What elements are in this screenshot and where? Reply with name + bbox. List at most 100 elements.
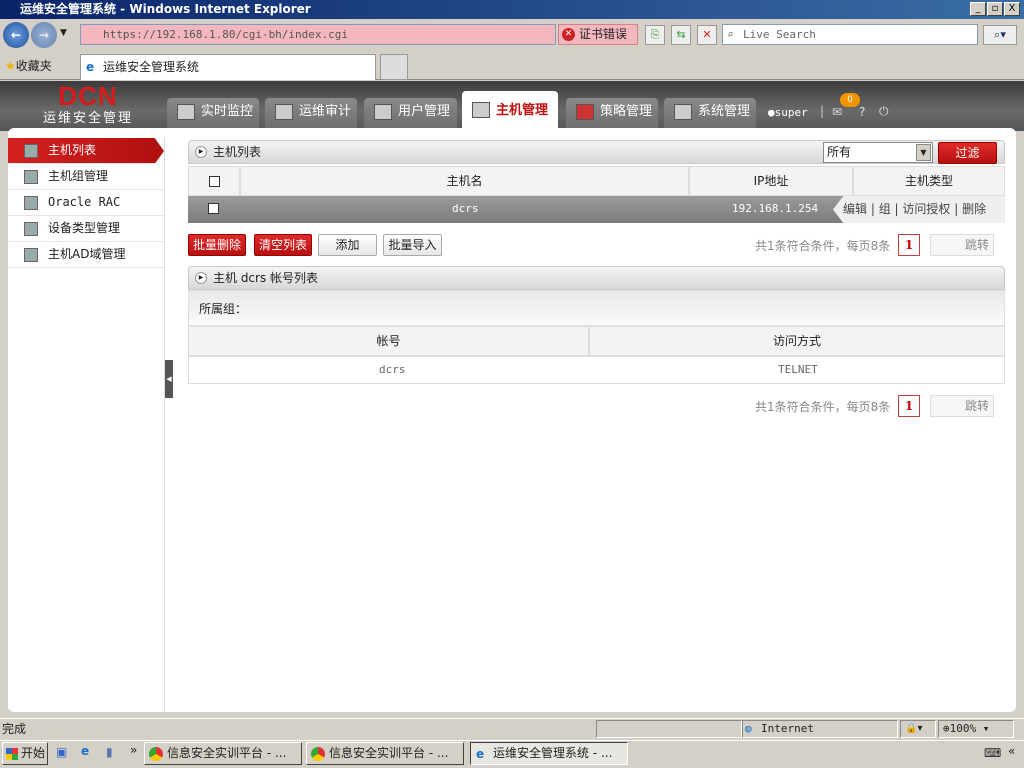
maximize-button[interactable]: ▫: [987, 2, 1003, 16]
protected-mode-icon[interactable]: 🔒▾: [900, 720, 936, 738]
sidebar-item-oracle-rac[interactable]: Oracle RAC: [8, 190, 164, 216]
select-all-checkbox[interactable]: [209, 176, 220, 187]
search-icon: ⌕: [727, 28, 734, 41]
domain-icon: [24, 248, 38, 262]
host-name: dcrs: [452, 202, 479, 215]
monitor-icon: [177, 104, 195, 120]
nav-tab-hosts[interactable]: 主机管理: [462, 91, 558, 131]
nav-tab-audit[interactable]: 运维审计: [265, 98, 357, 128]
nav-tab-monitor[interactable]: 实时监控: [167, 98, 259, 128]
account-name: dcrs: [379, 363, 406, 376]
expand-arrow-icon[interactable]: ▶: [195, 272, 207, 284]
window-title-bar: 运维安全管理系统 - Windows Internet Explorer: [0, 0, 1024, 19]
sidebar-label: 设备类型管理: [48, 221, 121, 235]
edit-link[interactable]: 编辑: [843, 202, 867, 216]
page-number[interactable]: 1: [898, 395, 920, 417]
task-button[interactable]: 信息安全实训平台 - ...: [144, 742, 302, 765]
expand-arrow-icon[interactable]: ▶: [195, 146, 207, 158]
delete-link[interactable]: 删除: [962, 202, 986, 216]
nav-tab-system[interactable]: 系统管理: [664, 98, 756, 128]
nav-label: 运维审计: [299, 104, 352, 119]
compat-icon[interactable]: ⎘: [645, 25, 665, 45]
zoom-control[interactable]: ⊕100% ▾: [938, 720, 1014, 738]
tray-expand-icon[interactable]: «: [1008, 744, 1015, 758]
history-dropdown-icon[interactable]: ▼: [60, 28, 67, 38]
keyboard-icon[interactable]: ⌨: [984, 746, 1001, 760]
jump-button[interactable]: 跳转: [930, 395, 994, 417]
device-icon: [24, 222, 38, 236]
jump-button[interactable]: 跳转: [930, 234, 994, 256]
batch-delete-button[interactable]: 批量删除: [188, 234, 246, 256]
task-button-active[interactable]: e 运维安全管理系统 - ...: [470, 742, 628, 765]
ie-icon[interactable]: e: [81, 744, 89, 758]
close-button[interactable]: X: [1004, 2, 1020, 16]
window-title: 运维安全管理系统 - Windows Internet Explorer: [20, 2, 311, 16]
pagination-summary: 共1条符合条件，每页8条: [755, 239, 891, 253]
host-list-icon: [24, 144, 38, 158]
back-button[interactable]: ←: [3, 22, 29, 48]
minimize-button[interactable]: _: [970, 2, 986, 16]
col-ip[interactable]: IP地址: [689, 166, 853, 196]
zone-label: Internet: [761, 722, 814, 735]
forward-button[interactable]: →: [31, 22, 57, 48]
user-link[interactable]: ●super: [768, 106, 808, 119]
sidebar-item-host-group[interactable]: 主机组管理: [8, 164, 164, 190]
col-hostname[interactable]: 主机名: [240, 166, 689, 196]
nav-tab-policy[interactable]: 策略管理: [566, 98, 658, 128]
task-button[interactable]: 信息安全实训平台 - ...: [306, 742, 464, 765]
col-access-method[interactable]: 访问方式: [589, 326, 1005, 356]
favorites-button[interactable]: ★收藏夹: [5, 57, 52, 74]
refresh-button[interactable]: ⇆: [671, 25, 691, 45]
group-link[interactable]: 组: [879, 202, 891, 216]
favorites-label: 收藏夹: [15, 59, 52, 73]
start-button[interactable]: 开始: [2, 742, 48, 765]
chevron-down-icon: ▼: [916, 144, 931, 161]
zoom-level: 100%: [949, 722, 977, 735]
task-label: 信息安全实训平台 - ...: [329, 746, 449, 760]
stop-button[interactable]: ✕: [697, 25, 717, 45]
database-icon: [24, 196, 38, 210]
clear-list-button[interactable]: 清空列表: [254, 234, 312, 256]
filter-button[interactable]: 过滤: [938, 142, 997, 164]
address-bar[interactable]: https://192.168.1.80/cgi-bh/index.cgi: [80, 24, 556, 45]
sidebar-item-device-type[interactable]: 设备类型管理: [8, 216, 164, 242]
tab-title: 运维安全管理系统: [103, 60, 200, 74]
help-icon[interactable]: ?: [859, 105, 865, 119]
group-label: 所属组：: [199, 302, 248, 316]
logout-icon[interactable]: ⏻: [879, 104, 889, 119]
filter-value: 所有: [827, 145, 852, 159]
nav-label: 系统管理: [698, 104, 751, 119]
user-icon: [374, 104, 392, 120]
row-checkbox[interactable]: [208, 203, 219, 214]
sidebar-item-host-list[interactable]: 主机列表: [8, 138, 164, 164]
access-auth-link[interactable]: 访问授权: [902, 202, 950, 216]
col-host-type[interactable]: 主机类型: [853, 166, 1005, 196]
overflow-icon[interactable]: »: [130, 743, 137, 757]
app-icon[interactable]: ▮: [106, 745, 113, 759]
host-group-icon: [24, 170, 38, 184]
status-panes: [596, 720, 742, 738]
panel-title: 主机列表: [213, 145, 262, 159]
batch-import-button[interactable]: 批量导入: [383, 234, 442, 256]
host-type-filter-select[interactable]: 所有 ▼: [823, 142, 933, 163]
page-number[interactable]: 1: [898, 234, 920, 256]
search-input[interactable]: ⌕ Live Search: [722, 24, 978, 45]
col-account[interactable]: 帐号: [188, 326, 589, 356]
task-label: 运维安全管理系统 - ...: [493, 746, 613, 760]
nav-label: 策略管理: [600, 104, 653, 119]
search-button[interactable]: ⌕▾: [983, 25, 1017, 45]
table-row: dcrs TELNET: [188, 356, 1005, 384]
mail-icon[interactable]: ✉: [832, 105, 842, 119]
security-zone: ◍ Internet: [742, 720, 898, 738]
browser-tab[interactable]: e 运维安全管理系统: [80, 54, 376, 80]
ie-icon: e: [476, 747, 485, 761]
select-all-cell: [188, 166, 240, 196]
desktop-icon[interactable]: ▣: [56, 745, 67, 759]
sidebar-item-ad-domain[interactable]: 主机AD域管理: [8, 242, 164, 268]
new-tab-button[interactable]: [380, 54, 408, 80]
add-button[interactable]: 添加: [318, 234, 377, 256]
sidebar-collapse-handle[interactable]: ◀: [165, 360, 173, 398]
certificate-error-button[interactable]: ✕ 证书错误: [558, 24, 638, 45]
nav-tab-users[interactable]: 用户管理: [364, 98, 457, 128]
sidebar: 主机列表 主机组管理 Oracle RAC 设备类型管理 主机AD域管理: [8, 138, 165, 712]
